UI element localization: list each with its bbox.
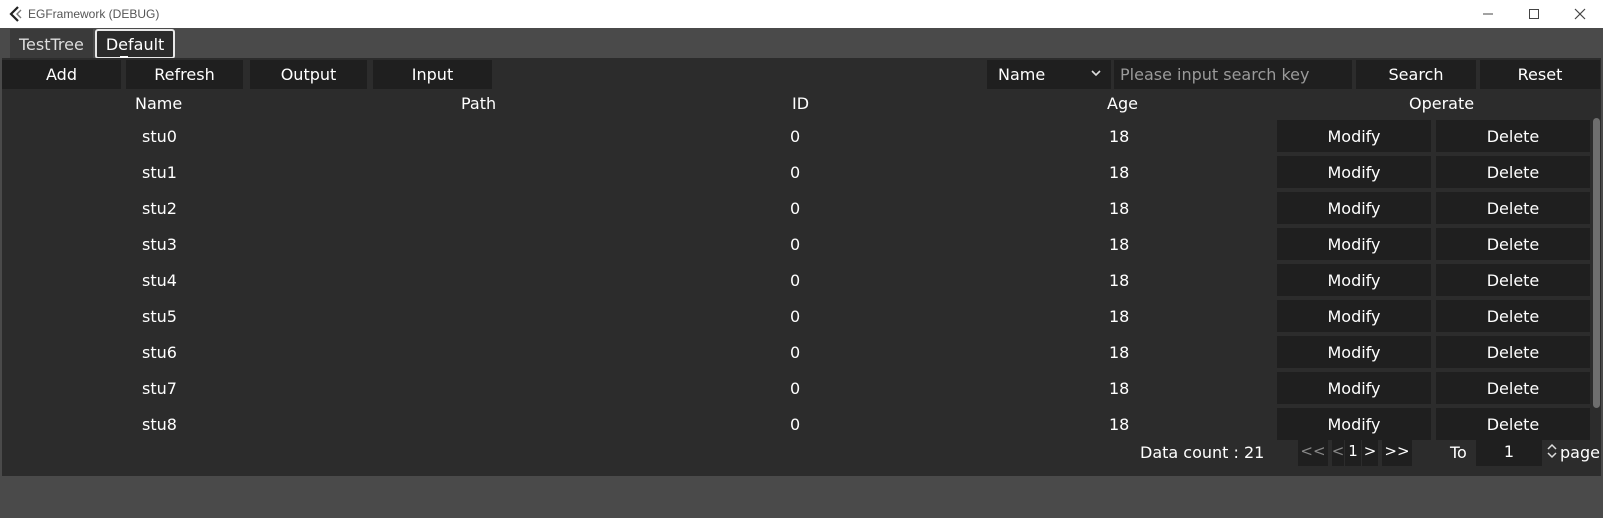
delete-button[interactable]: Delete — [1436, 336, 1590, 368]
cell-age: 18 — [1109, 271, 1130, 290]
minimize-icon — [1483, 13, 1493, 15]
table-row: stu1 0 18 Modify Delete — [2, 154, 1592, 190]
cell-id: 0 — [790, 307, 801, 326]
column-header-path: Path — [461, 94, 497, 113]
search-field-selected: Name — [998, 65, 1046, 84]
modify-button[interactable]: Modify — [1277, 192, 1431, 224]
column-header-age: Age — [1107, 94, 1138, 113]
table-scrollbar[interactable] — [1593, 118, 1600, 408]
minimize-button[interactable] — [1465, 0, 1511, 28]
modify-button[interactable]: Modify — [1277, 120, 1431, 152]
cell-age: 18 — [1109, 415, 1130, 434]
reset-button[interactable]: Reset — [1480, 60, 1600, 89]
modify-button[interactable]: Modify — [1277, 228, 1431, 260]
maximize-button[interactable] — [1511, 0, 1557, 28]
cell-id: 0 — [790, 235, 801, 254]
delete-button[interactable]: Delete — [1436, 372, 1590, 404]
cell-name: stu5 — [142, 307, 177, 326]
column-header-name: Name — [135, 94, 183, 113]
table-row: stu6 0 18 Modify Delete — [2, 334, 1592, 370]
cell-age: 18 — [1109, 199, 1130, 218]
refresh-button[interactable]: Refresh — [126, 60, 243, 89]
close-icon — [1574, 8, 1586, 20]
cell-age: 18 — [1109, 163, 1130, 182]
modify-button[interactable]: Modify — [1277, 156, 1431, 188]
delete-button[interactable]: Delete — [1436, 192, 1590, 224]
delete-button[interactable]: Delete — [1436, 120, 1590, 152]
delete-button[interactable]: Delete — [1436, 228, 1590, 260]
first-page-button[interactable]: << — [1298, 436, 1328, 466]
column-header-operate: Operate — [1409, 94, 1475, 113]
search-input[interactable] — [1114, 60, 1352, 89]
cell-id: 0 — [790, 271, 801, 290]
column-header-id: ID — [792, 94, 810, 113]
close-button[interactable] — [1557, 0, 1603, 28]
modify-button[interactable]: Modify — [1277, 372, 1431, 404]
search-field-select[interactable]: Name — [987, 60, 1111, 89]
cell-id: 0 — [790, 343, 801, 362]
app-logo-icon — [4, 2, 28, 26]
tab-default[interactable]: Default — [94, 29, 176, 59]
cell-id: 0 — [790, 127, 801, 146]
cell-name: stu4 — [142, 271, 177, 290]
cell-age: 18 — [1109, 379, 1130, 398]
table-row: stu2 0 18 Modify Delete — [2, 190, 1592, 226]
cell-name: stu7 — [142, 379, 177, 398]
current-page: 1 — [1345, 436, 1361, 466]
cell-id: 0 — [790, 415, 801, 434]
goto-label: To — [1450, 442, 1467, 462]
delete-button[interactable]: Delete — [1436, 156, 1590, 188]
add-button[interactable]: Add — [2, 60, 121, 89]
modify-button[interactable]: Modify — [1277, 300, 1431, 332]
cell-name: stu3 — [142, 235, 177, 254]
table-row: stu0 0 18 Modify Delete — [2, 118, 1592, 154]
search-button[interactable]: Search — [1356, 60, 1476, 89]
prev-page-button[interactable]: < — [1332, 436, 1344, 466]
table-row: stu3 0 18 Modify Delete — [2, 226, 1592, 262]
maximize-icon — [1529, 9, 1539, 19]
cell-age: 18 — [1109, 235, 1130, 254]
cell-id: 0 — [790, 379, 801, 398]
delete-button[interactable]: Delete — [1436, 300, 1590, 332]
input-button[interactable]: Input — [373, 60, 492, 89]
main-panel: Add Refresh Output Input Name Search Res… — [2, 58, 1601, 476]
output-button[interactable]: Output — [250, 60, 367, 89]
cell-age: 18 — [1109, 127, 1130, 146]
cell-age: 18 — [1109, 343, 1130, 362]
last-page-button[interactable]: >> — [1382, 436, 1412, 466]
tab-bar: TestTree Default — [10, 29, 176, 59]
cell-name: stu2 — [142, 199, 177, 218]
cell-name: stu1 — [142, 163, 177, 182]
table-row: stu4 0 18 Modify Delete — [2, 262, 1592, 298]
spinner-arrows-icon[interactable] — [1546, 442, 1558, 460]
cell-age: 18 — [1109, 307, 1130, 326]
cell-name: stu8 — [142, 415, 177, 434]
modify-button[interactable]: Modify — [1277, 264, 1431, 296]
chevron-down-icon — [1091, 70, 1101, 77]
data-count: Data count : 21 — [1140, 442, 1265, 462]
cell-name: stu0 — [142, 127, 177, 146]
window-title: EGFramework (DEBUG) — [28, 7, 160, 21]
goto-page-input[interactable] — [1476, 436, 1542, 466]
table-row: stu5 0 18 Modify Delete — [2, 298, 1592, 334]
page-label: page — [1560, 442, 1600, 462]
title-bar: EGFramework (DEBUG) — [0, 0, 1603, 28]
cell-id: 0 — [790, 163, 801, 182]
cell-name: stu6 — [142, 343, 177, 362]
next-page-button[interactable]: > — [1362, 436, 1378, 466]
delete-button[interactable]: Delete — [1436, 264, 1590, 296]
cell-id: 0 — [790, 199, 801, 218]
modify-button[interactable]: Modify — [1277, 336, 1431, 368]
table-row: stu7 0 18 Modify Delete — [2, 370, 1592, 406]
tab-testtree[interactable]: TestTree — [10, 29, 93, 59]
